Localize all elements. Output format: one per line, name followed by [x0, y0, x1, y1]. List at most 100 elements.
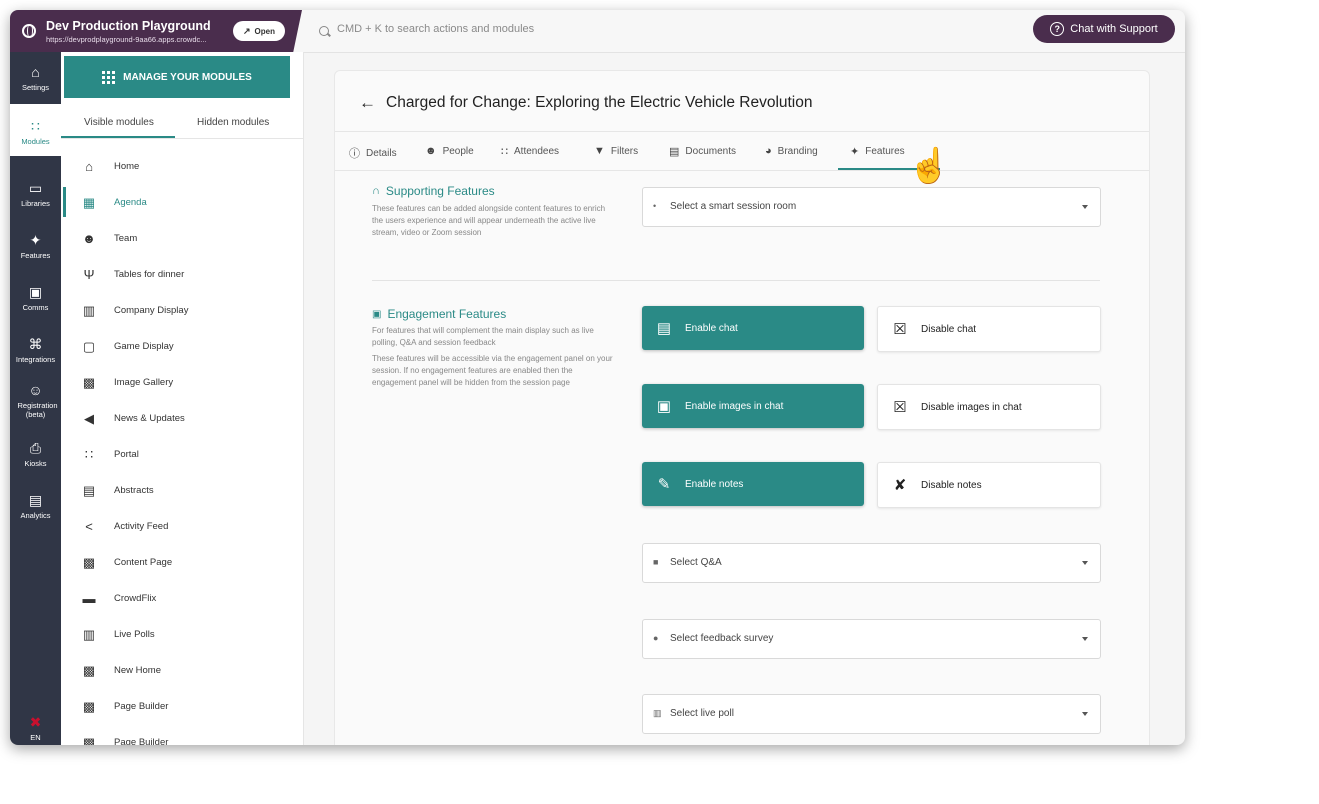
rail-item-modules[interactable]: ∷ Modules: [10, 104, 61, 156]
analytics-icon: ▣: [372, 308, 382, 320]
pencil-icon: ✎: [657, 476, 671, 493]
module-item-crowdflix[interactable]: ▬ CrowdFlix: [61, 581, 303, 617]
help-circle-icon: ●: [653, 633, 659, 643]
engagement-features-heading: ▣ Engagement Features: [372, 307, 507, 321]
live-poll-select[interactable]: ▥ Select live poll: [642, 694, 1101, 734]
rail-item-comms[interactable]: ▣ Comms: [10, 284, 61, 312]
module-item-agenda[interactable]: ▦ Agenda: [61, 185, 303, 221]
palette-icon: ◕: [765, 145, 772, 157]
tab-visible-modules[interactable]: Visible modules: [84, 117, 154, 128]
module-item-abstracts[interactable]: ▤ Abstracts: [61, 473, 303, 509]
module-item-page-builder[interactable]: ▩ Page Builder: [61, 689, 303, 725]
room-icon: •: [653, 201, 657, 211]
module-item-content-page[interactable]: ▩ Content Page: [61, 545, 303, 581]
module-item-live-polls[interactable]: ▥ Live Polls: [61, 617, 303, 653]
puzzle-icon: ⌘: [28, 336, 43, 352]
person-check-icon: ☺: [28, 382, 43, 398]
module-item-home[interactable]: ⌂ Home: [61, 149, 303, 185]
tab-details[interactable]: ⓘ Details: [349, 145, 397, 161]
layout-icon: ▩: [82, 663, 96, 678]
home-icon: ⌂: [85, 159, 93, 174]
layout-icon: ▩: [82, 699, 96, 714]
grid-icon: ∷: [84, 447, 94, 462]
tab-filters[interactable]: ▼ Filters: [594, 145, 638, 157]
open-button[interactable]: ↗ Open: [233, 21, 285, 41]
chat-icon: ▣: [28, 284, 43, 300]
disable-images-in-chat-button[interactable]: ☒ Disable images in chat: [877, 384, 1101, 430]
session-card: ← Charged for Change: Exploring the Elec…: [334, 70, 1150, 745]
tab-attendees[interactable]: ∷ Attendees: [501, 145, 559, 158]
search-input[interactable]: CMD + K to search actions and modules: [337, 23, 534, 35]
back-arrow-icon[interactable]: ←: [359, 93, 376, 113]
module-item-image-gallery[interactable]: ▩ Image Gallery: [61, 365, 303, 401]
module-item-page-builder-2[interactable]: ▩ Page Builder: [61, 725, 303, 745]
app-url: https://devprodplayground-9aa66.apps.cro…: [46, 35, 207, 44]
language-selector[interactable]: ✖ EN: [10, 714, 61, 742]
headphones-icon: ∩: [372, 185, 380, 197]
manage-modules-button[interactable]: MANAGE YOUR MODULES: [64, 56, 290, 98]
share-icon: <: [85, 519, 93, 534]
module-item-team[interactable]: ☻ Team: [61, 221, 303, 257]
building-icon: ▥: [82, 303, 96, 318]
rail-item-kiosks[interactable]: ⎙ Kiosks: [10, 440, 61, 468]
chat-icon: ▤: [656, 320, 672, 337]
rail-item-libraries[interactable]: ▭ Libraries: [10, 180, 61, 208]
layout-icon: ▩: [82, 735, 96, 745]
rail-item-features[interactable]: ✦ Features: [10, 232, 61, 260]
megaphone-icon: ◀: [84, 411, 94, 426]
module-item-news-updates[interactable]: ◀ News & Updates: [61, 401, 303, 437]
enable-images-in-chat-button[interactable]: ▣ Enable images in chat: [642, 384, 864, 428]
enable-notes-button[interactable]: ✎ Enable notes: [642, 462, 864, 506]
calendar-icon: ▦: [82, 195, 96, 210]
module-item-company-display[interactable]: ▥ Company Display: [61, 293, 303, 329]
pencil-off-icon: ✘: [893, 477, 907, 494]
smart-session-room-select[interactable]: • Select a smart session room: [642, 187, 1101, 227]
chat-off-icon: ☒: [893, 321, 907, 338]
grid-icon: ∷: [31, 118, 40, 134]
tab-people[interactable]: ☻ People: [425, 145, 474, 157]
rail-item-settings[interactable]: ⌂ Settings: [10, 64, 61, 92]
module-item-activity-feed[interactable]: < Activity Feed: [61, 509, 303, 545]
printer-icon: ⎙: [29, 440, 42, 456]
rail-item-registration[interactable]: ☺ Registration (beta): [10, 382, 61, 419]
qa-select[interactable]: ■ Select Q&A: [642, 543, 1101, 583]
hand-cursor-icon: ☝: [908, 147, 951, 185]
chat-with-support-button[interactable]: ? Chat with Support: [1033, 15, 1175, 43]
help-icon: ?: [1050, 22, 1065, 36]
tab-branding[interactable]: ◕ Branding: [765, 145, 818, 157]
feedback-survey-select[interactable]: ● Select feedback survey: [642, 619, 1101, 659]
attendees-icon: ∷: [501, 146, 508, 158]
folder-icon: ▭: [28, 180, 43, 196]
home-icon: ⌂: [31, 64, 40, 80]
tab-indicator: [61, 136, 175, 138]
enable-chat-button[interactable]: ▤ Enable chat: [642, 306, 864, 350]
image-off-icon: ☒: [893, 399, 907, 416]
supporting-features-description: These features can be added alongside co…: [372, 204, 606, 237]
chevron-down-icon: [1082, 712, 1088, 716]
layout-icon: ▩: [82, 555, 96, 570]
supporting-features-heading: ∩ Supporting Features: [372, 184, 495, 198]
module-item-portal[interactable]: ∷ Portal: [61, 437, 303, 473]
module-item-game-display[interactable]: ▢ Game Display: [61, 329, 303, 365]
module-tabs: Visible modules Hidden modules: [61, 108, 303, 139]
tab-features[interactable]: ✦ Features: [850, 145, 905, 158]
chevron-down-icon: [1082, 561, 1088, 565]
tab-documents[interactable]: ▤ Documents: [669, 145, 736, 158]
disable-notes-button[interactable]: ✘ Disable notes: [877, 462, 1101, 508]
disable-chat-button[interactable]: ☒ Disable chat: [877, 306, 1101, 352]
top-bar: Dev Production Playground https://devpro…: [10, 10, 1185, 53]
module-item-new-home[interactable]: ▩ New Home: [61, 653, 303, 689]
tab-hidden-modules[interactable]: Hidden modules: [197, 117, 269, 128]
filter-icon: ▼: [594, 145, 605, 157]
rail-item-integrations[interactable]: ⌘ Integrations: [10, 336, 61, 364]
session-tabs: ⓘ Details ☻ People ∷ Attendees ▼ Filters…: [335, 131, 1149, 171]
sparkle-icon: ✦: [29, 232, 42, 248]
pdf-icon: ▤: [82, 483, 96, 498]
layout-icon: ▩: [82, 375, 96, 390]
rail-item-analytics[interactable]: ▤ Analytics: [10, 492, 61, 520]
app-switcher[interactable]: Dev Production Playground https://devpro…: [10, 10, 302, 52]
module-item-tables-for-dinner[interactable]: Ψ Tables for dinner: [61, 257, 303, 293]
chevron-down-icon: [1082, 637, 1088, 641]
info-icon: ⓘ: [349, 148, 360, 160]
page-title: Charged for Change: Exploring the Electr…: [386, 94, 813, 111]
